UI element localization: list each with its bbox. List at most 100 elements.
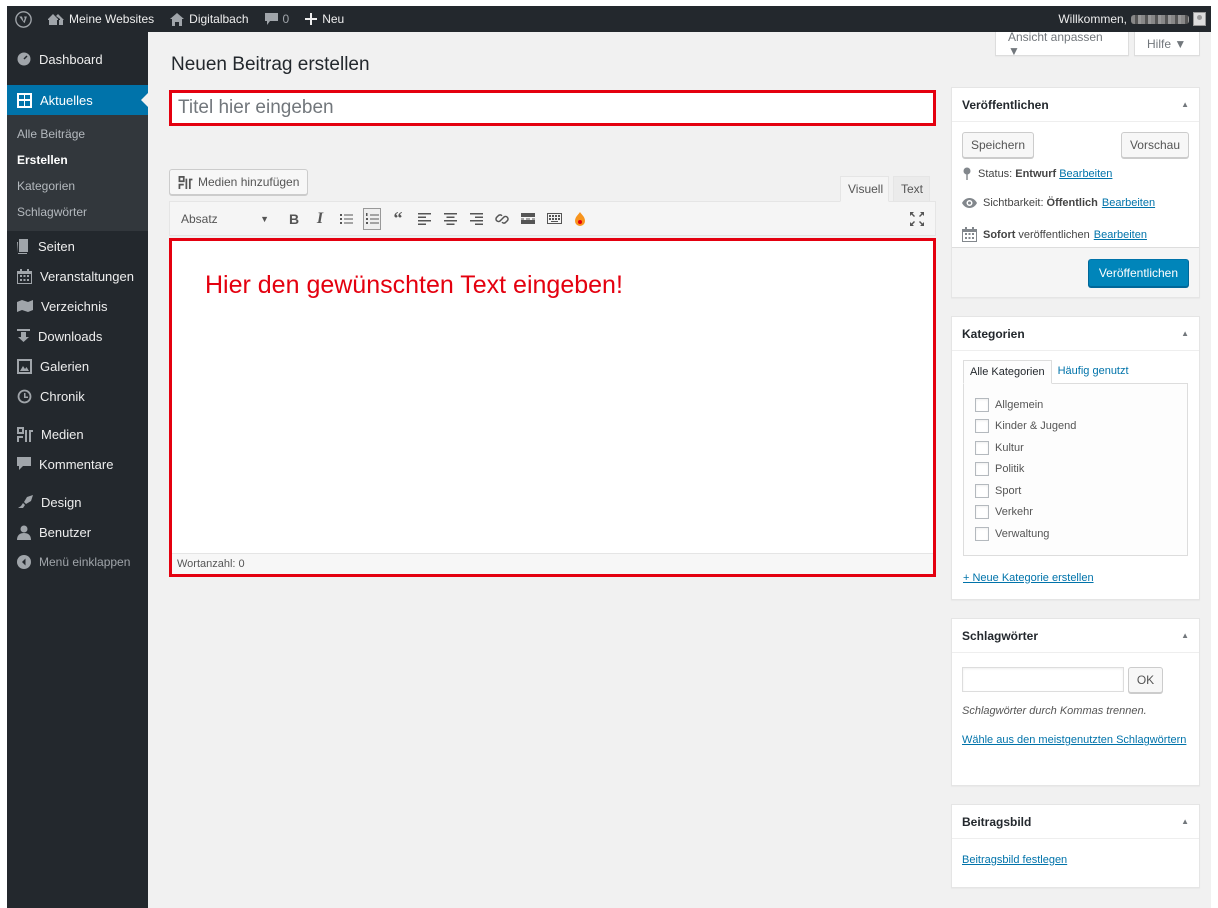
align-center-button[interactable] [441,208,459,230]
plus-icon [305,13,318,25]
category-item[interactable]: Kinder & Jugend [975,416,1176,438]
publish-box-header[interactable]: Veröffentlichen ▲ [952,88,1199,122]
choose-tags-link[interactable]: Wähle aus den meistgenutzten Schlagwörte… [962,734,1186,746]
align-right-button[interactable] [467,208,485,230]
visibility-value: Öffentlich [1046,197,1098,209]
set-featured-image-link[interactable]: Beitragsbild festlegen [962,854,1067,866]
sidebar-item-medien[interactable]: Medien [7,419,148,449]
site-name-label: Digitalbach [189,12,249,26]
sidebar-item-galerien[interactable]: Galerien [7,351,148,381]
sidebar-item-downloads[interactable]: Downloads [7,321,148,351]
checkbox[interactable] [975,505,989,520]
admin-bar: Meine Websites Digitalbach 0 Neu Willkom… [7,6,1211,32]
sidebar-item-verzeichnis[interactable]: Verzeichnis [7,291,148,321]
extension-button[interactable] [571,208,589,230]
category-label: Kultur [995,441,1024,454]
sidebar-item-label: Dashboard [39,51,103,67]
save-draft-button[interactable]: Speichern [962,132,1035,158]
my-sites-label: Meine Websites [69,12,155,26]
featured-image-box-header[interactable]: Beitragsbild ▲ [952,805,1199,839]
featured-image-box-title: Beitragsbild [962,814,1032,829]
category-item[interactable]: Kultur [975,437,1176,459]
edit-status-link[interactable]: Bearbeiten [1059,168,1112,180]
category-item[interactable]: Verkehr [975,502,1176,524]
new-content-menu[interactable]: Neu [297,6,352,32]
add-category-link[interactable]: + Neue Kategorie erstellen [963,572,1094,584]
checkbox[interactable] [975,397,989,412]
bullet-list-button[interactable] [337,208,355,230]
submenu-all-posts[interactable]: Alle Beiträge [7,121,148,147]
sidebar-item-veranstaltungen[interactable]: Veranstaltungen [7,261,148,291]
edit-visibility-link[interactable]: Bearbeiten [1102,197,1155,209]
edit-schedule-link[interactable]: Bearbeiten [1094,229,1147,241]
align-left-icon [417,212,431,225]
category-item[interactable]: Politik [975,459,1176,481]
category-item[interactable]: Allgemein [975,394,1176,416]
align-left-button[interactable] [415,208,433,230]
help-button[interactable]: Hilfe ▼ [1134,32,1200,56]
collapse-triangle-icon[interactable]: ▲ [1181,100,1189,109]
blockquote-button[interactable]: “ [389,208,407,230]
visibility-label: Sichtbarkeit: [983,197,1044,209]
fullscreen-button[interactable] [908,208,926,230]
schedule-row: Sofort veröffentlichen Bearbeiten [962,227,1189,242]
sidebar-item-benutzer[interactable]: Benutzer [7,517,148,547]
category-item[interactable]: Sport [975,480,1176,502]
site-name-menu[interactable]: Digitalbach [162,6,256,32]
editor-content[interactable]: Hier den gewünschten Text eingeben! [205,271,623,300]
post-title-input[interactable] [172,93,933,123]
checkbox[interactable] [975,419,989,434]
posts-grid-icon [17,92,32,108]
featured-image-box: Beitragsbild ▲ Beitragsbild festlegen [951,804,1200,888]
sidebar-item-design[interactable]: Design [7,487,148,517]
tag-input[interactable] [962,667,1124,692]
insert-link-button[interactable] [493,208,511,230]
publish-box: Veröffentlichen ▲ Speichern Vorschau Sta… [951,87,1200,298]
preview-button[interactable]: Vorschau [1120,132,1189,158]
format-select[interactable]: Absatz ▼ [176,207,274,231]
tab-popular-categories[interactable]: Häufig genutzt [1052,360,1135,384]
bold-button[interactable]: B [285,208,303,230]
checkbox[interactable] [975,483,989,498]
collapse-arrow-icon [17,555,31,569]
read-more-button[interactable] [519,208,537,230]
avatar [1193,12,1206,26]
numbered-list-button[interactable] [363,207,381,230]
wordpress-logo-icon[interactable] [7,6,40,32]
checkbox[interactable] [975,440,989,455]
sidebar-item-aktuelles[interactable]: Aktuelles [7,85,148,115]
sidebar-item-kommentare[interactable]: Kommentare [7,449,148,479]
tab-text[interactable]: Text [893,176,930,202]
tag-hint: Schlagwörter durch Kommas trennen. [962,705,1147,717]
tab-visual[interactable]: Visuell [840,176,889,202]
status-row: Status: Entwurf Bearbeiten [962,167,1189,180]
collapse-triangle-icon[interactable]: ▲ [1181,631,1189,640]
submenu-tags[interactable]: Schlagwörter [7,199,148,225]
checkbox[interactable] [975,462,989,477]
add-media-button[interactable]: Medien hinzufügen [169,169,309,195]
sidebar-item-dashboard[interactable]: Dashboard [7,44,148,74]
collapse-menu-button[interactable]: Menü einklappen [7,547,148,577]
italic-button[interactable]: I [311,208,329,230]
collapse-triangle-icon[interactable]: ▲ [1181,329,1189,338]
submenu-create[interactable]: Erstellen [7,147,148,173]
screen-options-button[interactable]: Ansicht anpassen ▼ [995,30,1129,58]
sidebar-item-chronik[interactable]: Chronik [7,381,148,411]
checkbox[interactable] [975,526,989,541]
my-sites-menu[interactable]: Meine Websites [40,6,162,32]
categories-box-header[interactable]: Kategorien ▲ [952,317,1199,351]
account-menu[interactable]: Willkommen, [1058,12,1211,26]
toolbar-toggle-button[interactable] [545,208,563,230]
collapse-triangle-icon[interactable]: ▲ [1181,817,1189,826]
chevron-down-icon: ▼ [260,213,269,224]
publish-button[interactable]: Veröffentlichen [1087,258,1189,287]
tab-all-categories[interactable]: Alle Kategorien [963,360,1052,384]
comments-menu[interactable]: 0 [257,6,298,32]
add-tag-button[interactable]: OK [1128,667,1163,693]
media-icon [17,426,33,442]
category-label: Sport [995,484,1022,497]
sidebar-item-seiten[interactable]: Seiten [7,231,148,261]
submenu-categories[interactable]: Kategorien [7,173,148,199]
tags-box-header[interactable]: Schlagwörter ▲ [952,619,1199,653]
category-item[interactable]: Verwaltung [975,523,1176,545]
